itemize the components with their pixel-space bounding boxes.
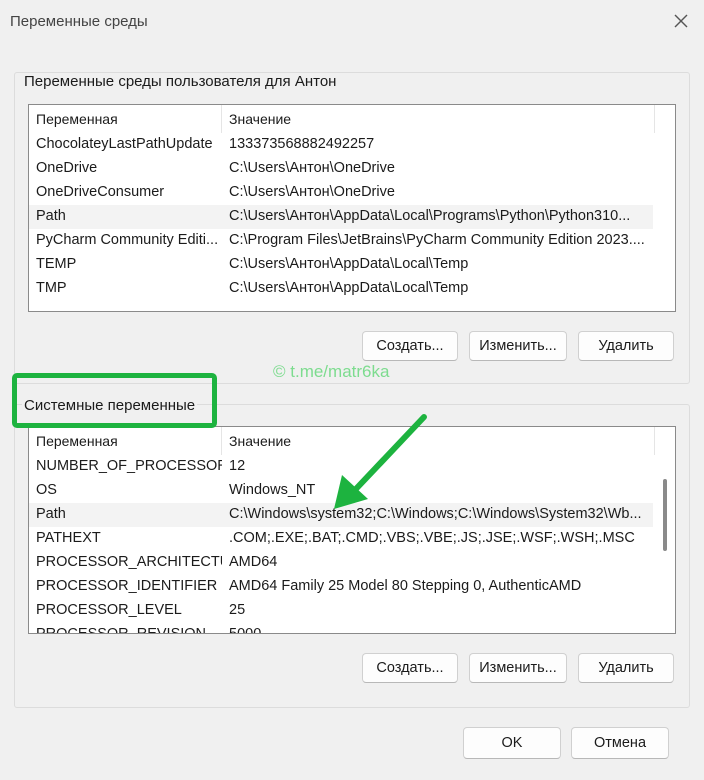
variable-name: OS [36,482,57,498]
variable-name: PROCESSOR_REVISION [36,626,207,634]
column-header-value[interactable]: Значение [229,111,291,127]
cancel-button[interactable]: Отмена [571,727,669,759]
variable-name: OneDrive [36,160,98,176]
variable-value: 12 [229,458,246,474]
column-header-variable[interactable]: Переменная [36,433,118,449]
column-header-variable[interactable]: Переменная [36,111,118,127]
variable-name: PROCESSOR_IDENTIFIER [36,578,218,594]
variable-value: .COM;.EXE;.BAT;.CMD;.VBS;.VBE;.JS;.JSE;.… [229,530,635,546]
variable-name: TMP [36,280,67,296]
variable-value: Windows_NT [229,482,316,498]
list-item[interactable]: PROCESSOR_LEVEL 25 [29,599,675,623]
system-create-button[interactable]: Создать... [362,653,458,683]
variable-value: C:\Users\Антон\AppData\Local\Temp [229,280,469,296]
user-variables-label: Переменные среды пользователя для Антон [22,73,339,90]
title-bar: Переменные среды [0,0,704,44]
variable-name: PROCESSOR_LEVEL [36,602,182,618]
variable-name: OneDriveConsumer [36,184,165,200]
vertical-scrollbar[interactable] [663,479,667,551]
variable-value: AMD64 [229,554,278,570]
list-item[interactable]: TMP C:\Users\Антон\AppData\Local\Temp [29,277,675,301]
column-separator[interactable] [221,105,222,133]
user-delete-button[interactable]: Удалить [578,331,674,361]
window-title: Переменные среды [10,13,148,30]
list-item-selected[interactable]: Path C:\Users\Антон\AppData\Local\Progra… [29,205,653,229]
column-header-value[interactable]: Значение [229,433,291,449]
variable-value: 5000 [229,626,262,634]
close-icon[interactable] [670,10,692,32]
variable-name: PROCESSOR_ARCHITECTU... [36,554,222,570]
variable-name: NUMBER_OF_PROCESSORS [36,458,222,474]
list-item[interactable]: ChocolateyLastPathUpdate 133373568882492… [29,133,675,157]
variable-name: ChocolateyLastPathUpdate [36,136,213,152]
list-item[interactable]: PyCharm Community Editi... C:\Program Fi… [29,229,675,253]
variable-value: AMD64 Family 25 Model 80 Stepping 0, Aut… [229,578,582,594]
user-create-button[interactable]: Создать... [362,331,458,361]
green-arrow-annotation [334,414,427,509]
user-variables-list[interactable]: Переменная Значение ChocolateyLastPathUp… [28,104,676,312]
list-item[interactable]: PROCESSOR_REVISION 5000 [29,623,675,634]
variable-name: Path [36,506,66,522]
variable-name: Path [36,208,66,224]
variable-value: 133373568882492257 [229,136,375,152]
column-separator[interactable] [654,427,655,455]
system-edit-button[interactable]: Изменить... [469,653,567,683]
column-separator[interactable] [221,427,222,455]
variable-value: C:\Users\Антон\OneDrive [229,160,395,176]
list-item[interactable]: TEMP C:\Users\Антон\AppData\Local\Temp [29,253,675,277]
list-item[interactable]: OneDrive C:\Users\Антон\OneDrive [29,157,675,181]
list-header: Переменная Значение [29,105,675,133]
watermark-text: © t.me/matr6ka [273,362,390,381]
variable-value: C:\Users\Антон\AppData\Local\Temp [229,256,469,272]
variable-value: C:\Program Files\JetBrains\PyCharm Commu… [229,232,645,248]
column-separator[interactable] [654,105,655,133]
user-edit-button[interactable]: Изменить... [469,331,567,361]
system-delete-button[interactable]: Удалить [578,653,674,683]
variable-value: C:\Windows\system32;C:\Windows;C:\Window… [229,506,642,522]
variable-value: C:\Users\Антон\OneDrive [229,184,395,200]
ok-button[interactable]: OK [463,727,561,759]
list-item[interactable]: OneDriveConsumer C:\Users\Антон\OneDrive [29,181,675,205]
variable-name: TEMP [36,256,77,272]
list-item[interactable]: PROCESSOR_ARCHITECTU... AMD64 [29,551,675,575]
list-item[interactable]: PATHEXT .COM;.EXE;.BAT;.CMD;.VBS;.VBE;.J… [29,527,675,551]
variable-name: PyCharm Community Editi... [36,232,219,248]
variable-value: 25 [229,602,246,618]
list-item[interactable]: PROCESSOR_IDENTIFIER AMD64 Family 25 Mod… [29,575,675,599]
highlight-box [12,373,217,428]
variable-name: PATHEXT [36,530,101,546]
variable-value: C:\Users\Антон\AppData\Local\Programs\Py… [229,208,631,224]
